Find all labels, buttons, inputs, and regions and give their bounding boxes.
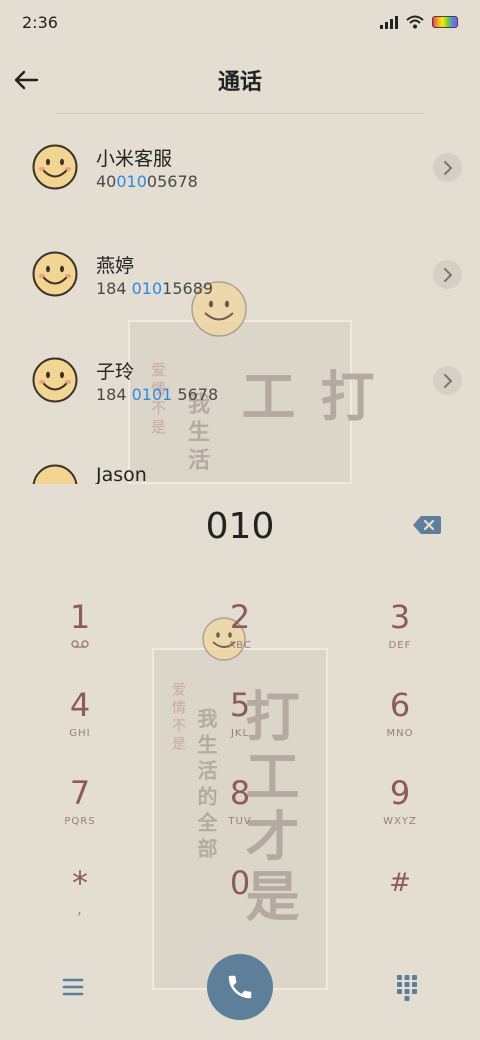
chevron-right-icon [443,373,452,388]
dialed-number: 010 [205,506,275,547]
key-7[interactable]: 7 PQRS [20,774,140,854]
signal-icon [380,15,398,29]
contact-detail-button[interactable] [433,366,462,395]
key-hash[interactable]: # [340,864,460,944]
contact-number: 184 01015689 [96,279,214,298]
status-time: 2:36 [22,12,58,32]
bottom-bar [0,952,480,1022]
contact-name: 子玲 [96,361,135,383]
list-item[interactable]: 小米客服 4001005678 [0,114,480,220]
contact-name: Jason [96,464,147,484]
smiley-avatar-icon [32,357,78,403]
list-item[interactable]: Jason [0,434,480,484]
list-item[interactable]: 燕婷 184 01015689 [0,221,480,327]
key-4[interactable]: 4 GHI [20,686,140,766]
smiley-avatar-icon [32,464,78,484]
chevron-right-icon [443,267,452,282]
dialpad-icon[interactable] [394,972,420,1002]
contact-name: 燕婷 [96,255,135,277]
contact-name: 小米客服 [96,148,173,170]
key-star[interactable]: * , [20,864,140,944]
contact-number: 184 0101 5678 [96,385,219,404]
key-2[interactable]: 2 ABC [180,598,300,678]
chevron-right-icon [443,160,452,175]
key-9[interactable]: 9 WXYZ [340,774,460,854]
key-6[interactable]: 6 MNO [340,686,460,766]
phone-icon [228,975,252,999]
key-3[interactable]: 3 DEF [340,598,460,678]
smiley-avatar-icon [32,144,78,190]
page-title: 通话 [217,70,262,95]
call-button[interactable] [207,954,273,1020]
header: 通话 [0,50,480,110]
key-8[interactable]: 8 TUV [180,774,300,854]
back-arrow-icon [14,70,39,90]
key-1[interactable]: 1 [20,598,140,678]
menu-icon[interactable] [58,974,88,1000]
wifi-icon [406,15,424,29]
list-item[interactable]: 子玲 184 0101 5678 [0,327,480,433]
back-button[interactable] [6,60,46,100]
key-5[interactable]: 5 JKL [180,686,300,766]
battery-icon [432,16,458,28]
contact-list[interactable]: 小米客服 4001005678 燕婷 184 01015689 子玲 184 0… [0,114,480,484]
key-0[interactable]: 0 [180,864,300,944]
status-icons [380,15,458,29]
contact-detail-button[interactable] [433,153,462,182]
contact-number: 4001005678 [96,172,198,191]
smiley-avatar-icon [32,251,78,297]
status-bar: 2:36 [0,0,480,44]
contact-detail-button[interactable] [433,260,462,289]
backspace-icon[interactable] [412,514,442,536]
voicemail-icon [71,640,89,648]
